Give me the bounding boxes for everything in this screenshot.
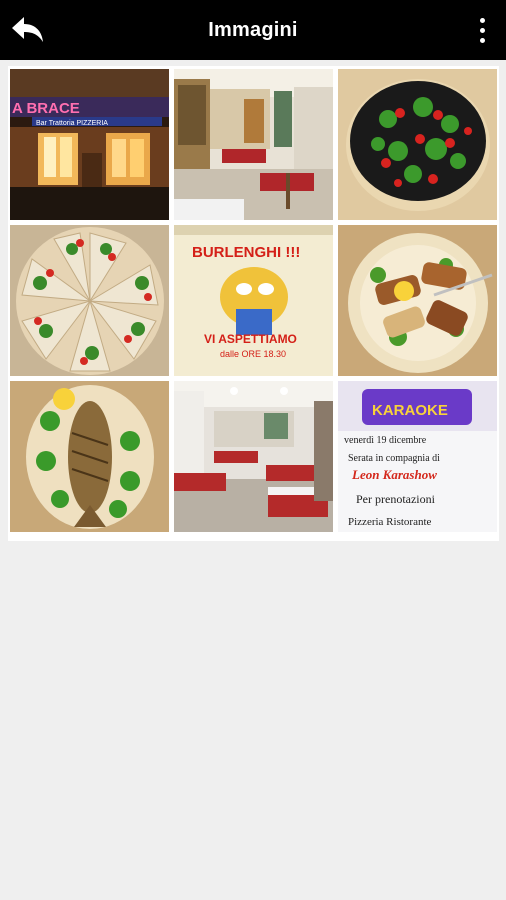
svg-text:A BRACE: A BRACE xyxy=(12,100,80,117)
gallery-image-black-pizza[interactable] xyxy=(338,69,497,220)
gallery-image-dining-room-bar[interactable] xyxy=(174,69,333,220)
app-header: Immagini xyxy=(0,0,506,60)
page-title: Immagini xyxy=(208,19,298,41)
svg-text:Serata in compagnia di: Serata in compagnia di xyxy=(348,453,440,464)
svg-text:BURLENGHI !!!: BURLENGHI !!! xyxy=(192,244,300,261)
svg-text:dalle ORE 18.30: dalle ORE 18.30 xyxy=(220,349,286,359)
grilled-fish-image xyxy=(10,381,169,532)
svg-text:Per prenotazioni: Per prenotazioni xyxy=(356,492,436,506)
gallery-image-dining-room[interactable] xyxy=(174,381,333,532)
grilled-meat-image xyxy=(338,225,497,376)
gallery-image-grilled-meat[interactable] xyxy=(338,225,497,376)
svg-text:Pizzeria Ristorante: Pizzeria Ristorante xyxy=(348,516,432,528)
svg-text:venerdì 19 dicembre: venerdì 19 dicembre xyxy=(344,435,427,446)
overflow-menu-button[interactable] xyxy=(470,14,494,46)
svg-text:Leon Karashow: Leon Karashow xyxy=(351,467,437,482)
svg-text:Bar Trattoria PIZZERIA: Bar Trattoria PIZZERIA xyxy=(36,120,108,127)
gallery-image-karaoke-poster[interactable]: KARAOKE venerdì 19 dicembre Serata in co… xyxy=(338,381,497,532)
gallery-image-restaurant-exterior[interactable]: A BRACE Bar Trattoria PIZZERIA xyxy=(10,69,169,220)
dining-room-image xyxy=(174,381,333,532)
menu-dot xyxy=(479,27,485,33)
more-vertical-icon xyxy=(479,17,485,23)
gallery-image-sliced-pizza[interactable] xyxy=(10,225,169,376)
dining-room-bar-image xyxy=(174,69,333,220)
menu-dot xyxy=(479,37,485,43)
svg-text:KARAOKE: KARAOKE xyxy=(372,402,448,419)
gallery-image-grilled-fish[interactable] xyxy=(10,381,169,532)
sliced-pizza-image xyxy=(10,225,169,376)
svg-text:VI ASPETTIAMO: VI ASPETTIAMO xyxy=(204,332,297,346)
restaurant-exterior-image: A BRACE Bar Trattoria PIZZERIA xyxy=(10,69,169,220)
karaoke-poster-image: KARAOKE venerdì 19 dicembre Serata in co… xyxy=(338,381,497,532)
burlenghi-poster-image: BURLENGHI !!! VI ASPETTIAMO dalle ORE 18… xyxy=(174,225,333,376)
black-pizza-image xyxy=(338,69,497,220)
gallery-image-burlenghi-poster[interactable]: BURLENGHI !!! VI ASPETTIAMO dalle ORE 18… xyxy=(174,225,333,376)
image-grid: A BRACE Bar Trattoria PIZZERIA BURLENGHI… xyxy=(8,66,499,541)
